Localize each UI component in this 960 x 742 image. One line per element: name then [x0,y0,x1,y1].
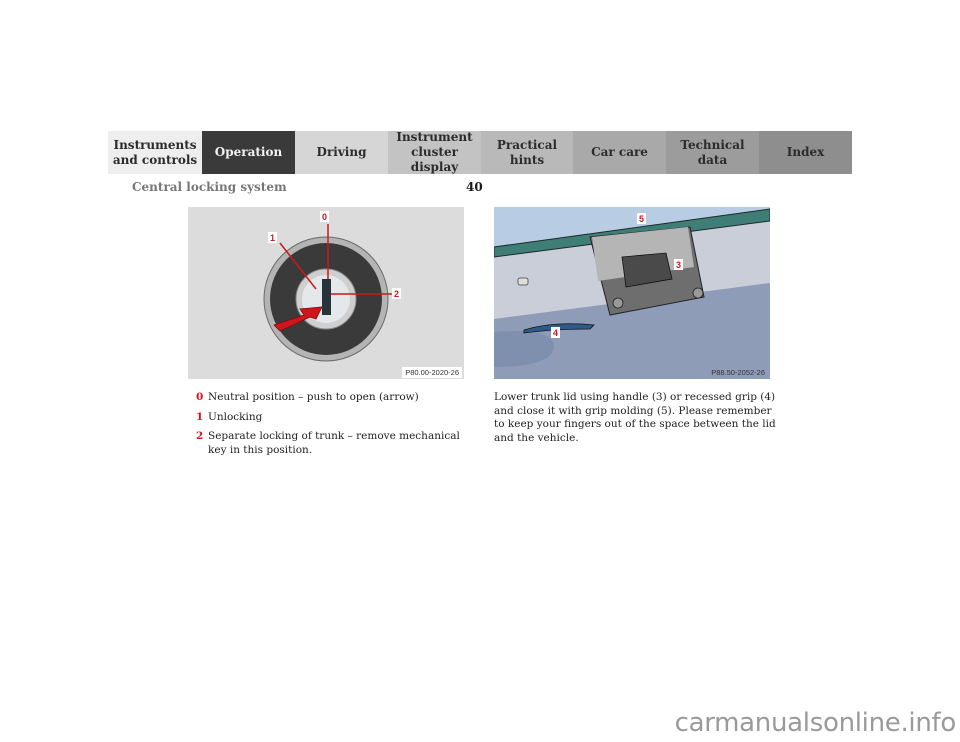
lock-cylinder-illustration: 0 1 2 P80.00-2020-26 [188,207,464,379]
instruction-paragraph: Lower trunk lid using handle (3) or rece… [494,391,776,444]
trunk-lid-drawing: 5 3 4 [494,208,770,379]
tab-label: Driving [316,145,367,159]
figure-legend: 0 Neutral position – push to open (arrow… [196,391,476,463]
legend-item: 2 Separate locking of trunk – remove mec… [196,430,476,457]
legend-text: Neutral position – push to open (arrow) [208,391,419,403]
callout-3: 3 [676,260,681,270]
screw-left [612,297,624,309]
legend-number: 1 [196,410,204,423]
legend-number: 2 [196,430,204,442]
tab-operation[interactable]: Operation [202,131,295,174]
key-slot [322,279,331,315]
legend-text: Unlocking [208,410,263,423]
callout-1: 1 [270,233,275,243]
tab-label: Instrument cluster display [396,130,473,174]
screw-right [692,287,704,299]
tab-car-care[interactable]: Car care [573,131,666,174]
tab-label: Instruments and controls [112,137,198,167]
lock-button-icon [517,277,529,286]
tab-index[interactable]: Index [759,131,852,174]
lock-cylinder-drawing: 0 1 2 [263,211,401,362]
legend-item: 0 Neutral position – push to open (arrow… [196,391,476,405]
tab-technical-data[interactable]: Technical data [666,131,759,174]
tab-label: Operation [214,145,283,159]
chapter-navigation: Instruments and controls Operation Drivi… [108,130,852,174]
watermark: carmanualsonline.info [674,708,957,738]
figure-code: P80.00-2020-26 [402,367,462,378]
page-number: 40 [466,180,483,194]
tab-label: Technical data [680,137,745,167]
trunk-lid-illustration: 5 3 4 P88.50-2052-26 [494,207,770,379]
legend-number: 0 [196,391,204,403]
figure-code: P88.50-2052-26 [711,368,765,377]
tab-label: Practical hints [496,137,558,167]
tab-driving[interactable]: Driving [295,131,388,174]
callout-5: 5 [639,214,644,224]
tab-label: Index [786,145,825,159]
callout-4: 4 [553,328,558,338]
callout-2: 2 [394,289,399,299]
tab-label: Car care [591,145,648,159]
legend-item: 1 Unlocking [196,411,476,425]
section-title: Central locking system [132,180,287,194]
tab-practical-hints[interactable]: Practical hints [481,131,573,174]
legend-text: Separate locking of trunk – remove mecha… [208,430,460,456]
tab-instrument-cluster-display[interactable]: Instrument cluster display [388,130,481,174]
callout-0: 0 [322,212,327,222]
tab-instruments-and-controls[interactable]: Instruments and controls [108,131,202,174]
